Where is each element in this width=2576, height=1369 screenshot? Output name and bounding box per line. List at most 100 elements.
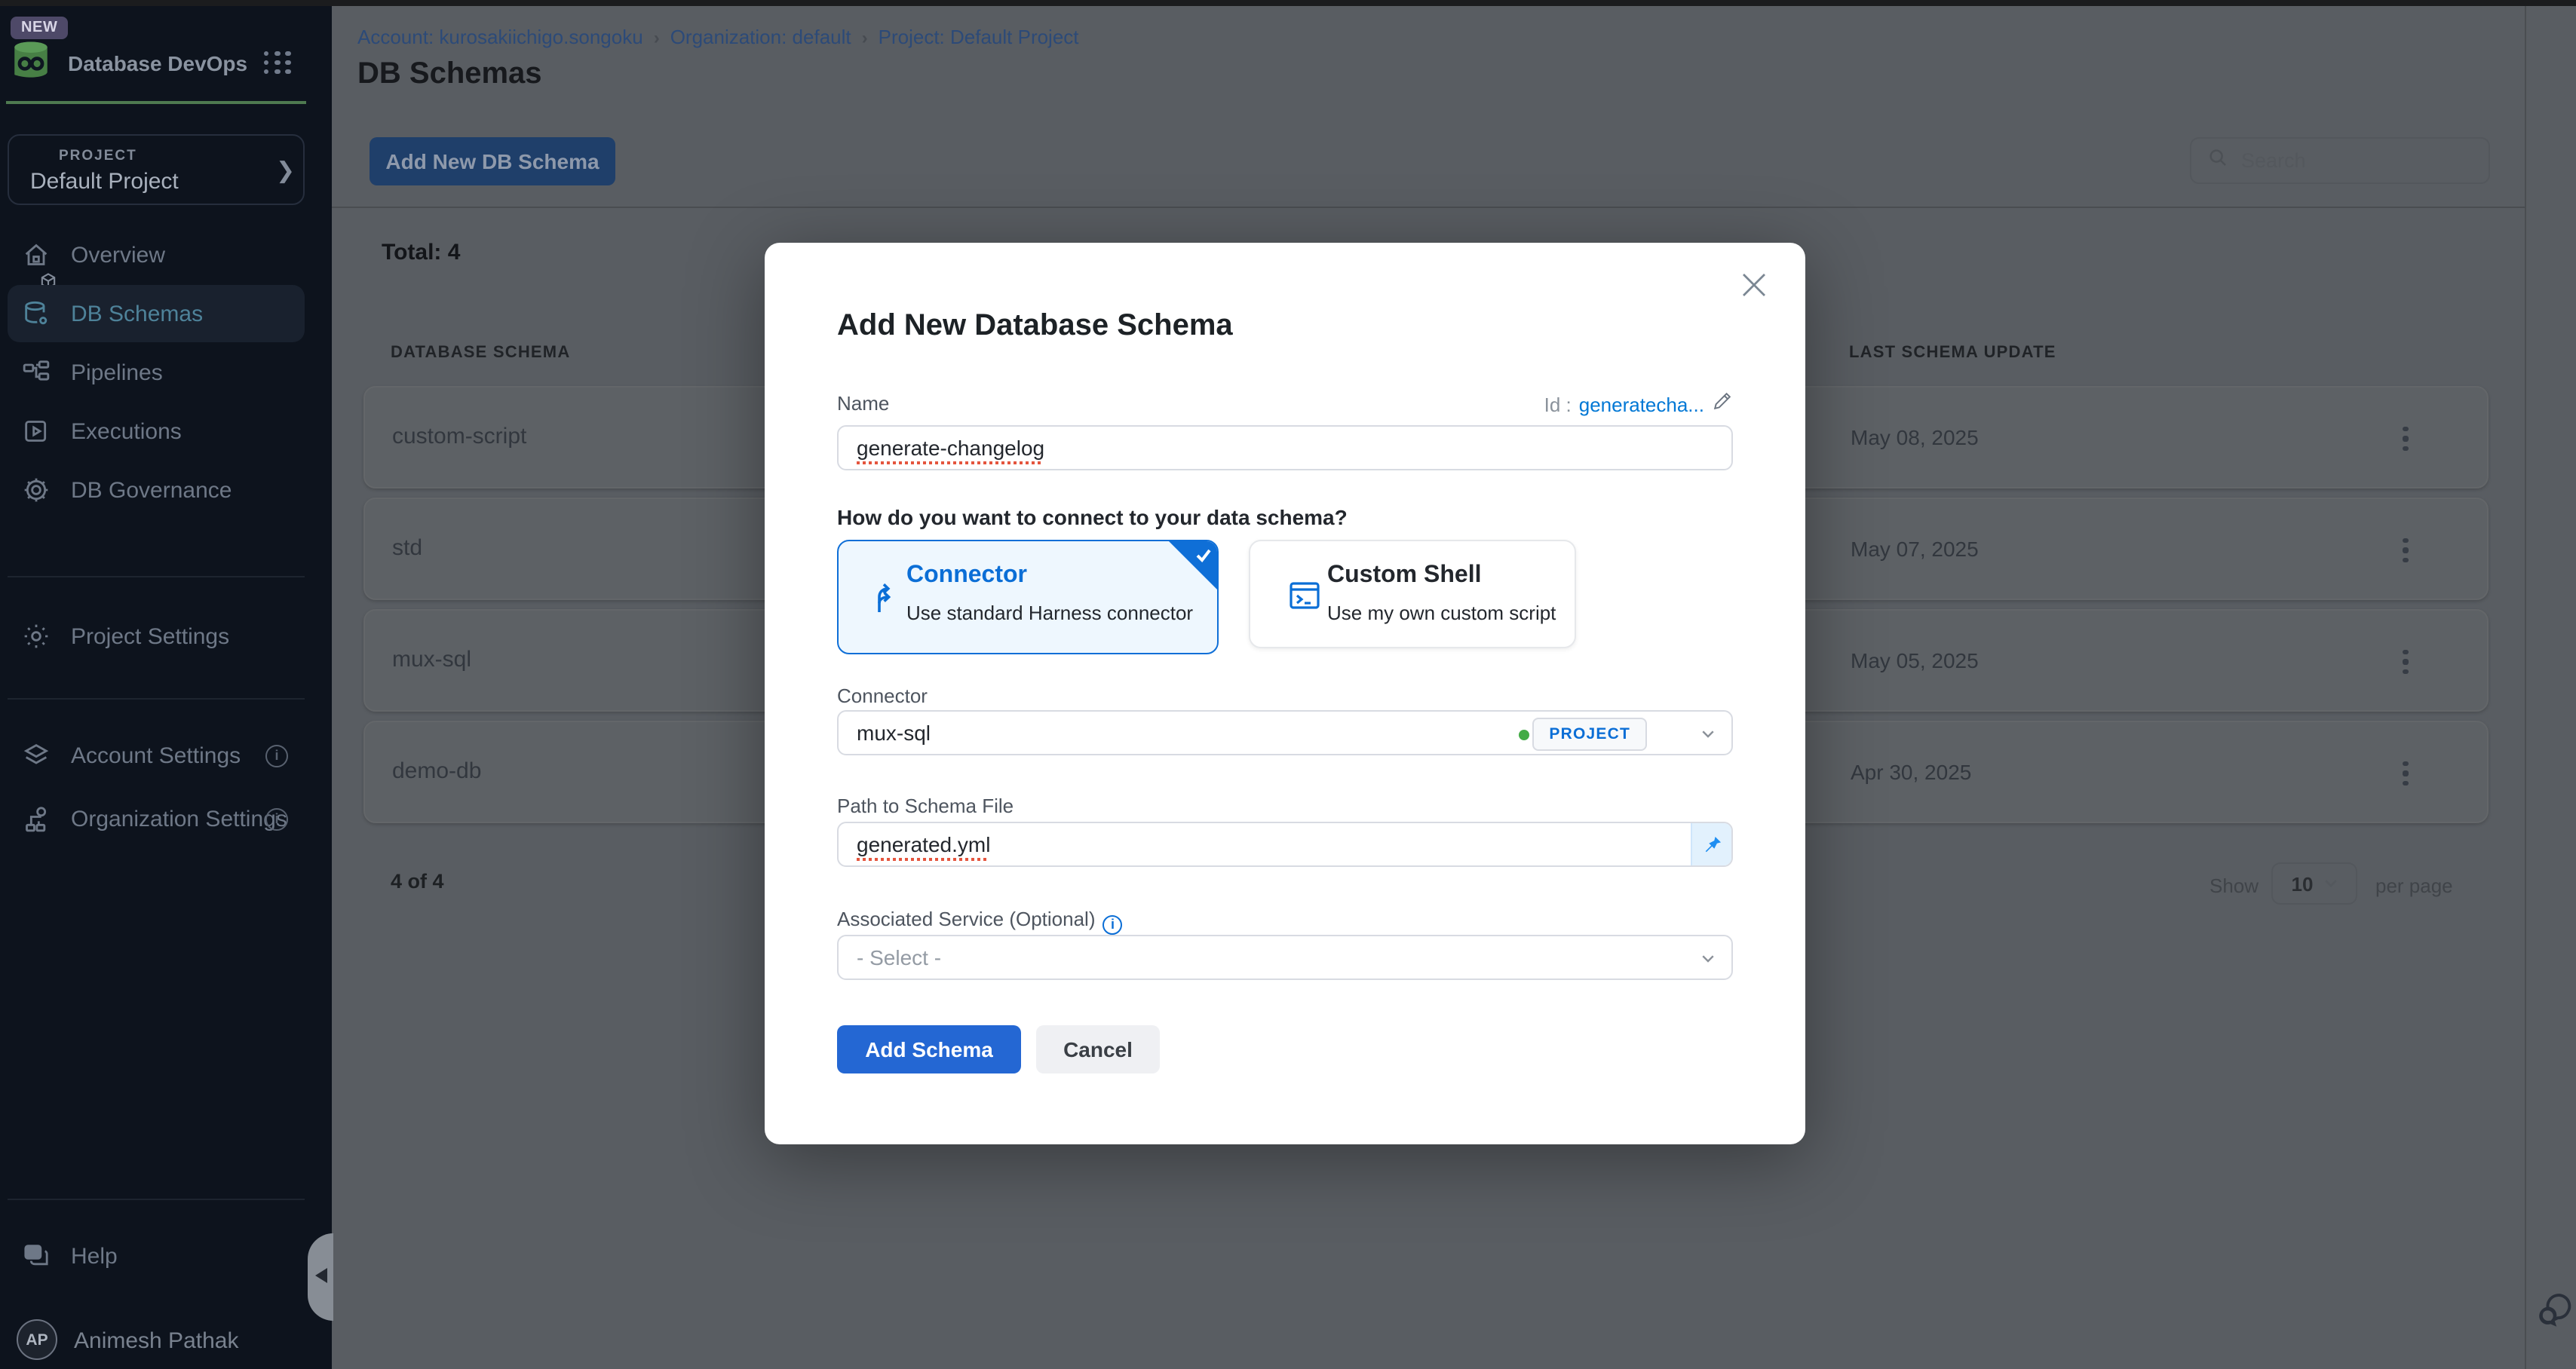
sidebar-item-label: Executions [71,418,182,444]
pin-button[interactable] [1691,823,1731,865]
gear-icon [21,621,51,651]
path-input[interactable]: generated.yml [837,822,1733,867]
service-label: Associated Service (Optional)i [837,908,1123,935]
right-panel-divider [2525,6,2526,1369]
row-menu-kebab-icon[interactable] [2392,755,2419,792]
column-header-last-schema-update: LAST SCHEMA UPDATE [1849,344,2056,362]
project-name: Default Project [30,169,179,194]
terminal-icon [1286,577,1323,614]
header-divider [332,207,2525,208]
option-title: Custom Shell [1327,562,1481,590]
org-structure-icon [21,804,51,834]
page-size-select[interactable]: 10 [2271,862,2357,905]
breadcrumb-account-link[interactable]: Account: kurosakiichigo.songoku [357,26,643,48]
project-scope-label: PROJECT [59,148,137,164]
schema-id-link[interactable]: generatecha... [1579,394,1704,416]
sidebar-item-label: DB Schemas [71,301,203,326]
schema-id-row: Id : generatecha... [1544,390,1733,419]
sidebar-item-db-schemas[interactable]: DB Schemas [8,285,305,342]
layers-icon [21,740,51,770]
connector-branch-icon [870,580,906,617]
row-menu-kebab-icon[interactable] [2392,644,2419,680]
info-icon[interactable]: i [1103,915,1123,935]
pagination-per-page-label: per page [2375,874,2453,897]
connector-value: mux-sql [857,721,931,745]
option-title: Connector [906,562,1027,590]
info-icon[interactable]: i [265,744,288,767]
cancel-button[interactable]: Cancel [1036,1025,1160,1073]
search-icon [2206,145,2229,176]
sidebar-divider [8,576,305,577]
sidebar-divider [8,698,305,700]
option-card-connector[interactable]: Connector Use standard Harness connector [837,540,1219,654]
connect-question: How do you want to connect to your data … [837,505,1348,529]
sidebar-item-db-governance[interactable]: DB Governance [8,461,305,519]
schema-updated: May 05, 2025 [1851,648,1979,672]
schema-updated: Apr 30, 2025 [1851,760,1971,784]
user-avatar[interactable]: AP [17,1319,57,1360]
sidebar-item-executions[interactable]: Executions [8,403,305,460]
new-badge: NEW [11,17,68,39]
search-placeholder: Search [2241,149,2306,172]
page-title: DB Schemas [357,57,542,92]
schema-name: custom-script [392,424,526,449]
schema-name: demo-db [392,758,481,784]
database-devops-logo-icon [8,38,54,81]
add-new-db-schema-button[interactable]: Add New DB Schema [370,137,615,185]
row-menu-kebab-icon[interactable] [2392,532,2419,568]
support-chat-icon[interactable] [2535,1289,2576,1330]
sidebar-item-account-settings[interactable]: Account Settings i [8,727,305,784]
connector-select[interactable]: mux-sql PROJECT [837,710,1733,755]
schema-updated: May 07, 2025 [1851,537,1979,561]
breadcrumb-org-link[interactable]: Organization: default [670,26,851,48]
app-root: NEW Database DevOps PROJECT Default Proj… [0,0,2576,1369]
app-switcher-grid-icon[interactable] [264,51,293,74]
service-placeholder: - Select - [857,945,941,969]
connector-status-dot [1519,730,1529,740]
chevron-down-icon [1701,954,1715,963]
user-name: Animesh Pathak [74,1328,238,1354]
search-input[interactable]: Search [2190,137,2490,184]
info-icon[interactable]: i [265,807,288,830]
breadcrumb-project-link[interactable]: Project: Default Project [879,26,1079,48]
product-title: Database DevOps [68,51,247,75]
add-schema-button[interactable]: Add Schema [837,1025,1021,1073]
chevron-right-icon: ❯ [276,157,295,184]
home-icon [21,240,51,270]
schema-name: mux-sql [392,647,471,672]
sidebar: NEW Database DevOps PROJECT Default Proj… [0,6,332,1369]
svg-text:?: ? [30,1247,37,1259]
breadcrumb-separator: › [862,26,868,47]
name-input[interactable]: generate-changelog [837,425,1733,470]
project-selector[interactable]: PROJECT Default Project ❯ [8,134,305,205]
sidebar-item-label: Account Settings [71,743,241,768]
pin-icon [1702,835,1722,854]
option-subtitle: Use my own custom script [1327,602,1556,624]
service-select[interactable]: - Select - [837,935,1733,980]
row-menu-kebab-icon[interactable] [2392,421,2419,457]
sidebar-item-help[interactable]: ? Help [8,1227,305,1285]
sidebar-item-pipelines[interactable]: Pipelines [8,344,305,401]
option-card-custom-shell[interactable]: Custom Shell Use my own custom script [1249,540,1576,648]
sidebar-item-organization-settings[interactable]: Organization Settings i [8,790,305,847]
option-subtitle: Use standard Harness connector [906,602,1193,624]
sidebar-divider [8,1199,305,1200]
db-schema-icon [21,299,51,329]
sidebar-item-overview[interactable]: Overview [8,226,305,283]
close-icon[interactable] [1739,270,1769,300]
check-icon [1194,546,1213,564]
sidebar-item-label: Organization Settings [71,806,287,832]
sidebar-item-label: Overview [71,242,165,268]
governance-gear-icon [21,475,51,505]
breadcrumb-separator: › [654,26,660,47]
pagination-range: 4 of 4 [391,870,444,893]
path-input-value: generated.yml [857,832,990,856]
sidebar-item-label: Project Settings [71,623,229,649]
sidebar-item-project-settings[interactable]: Project Settings [8,608,305,665]
sidebar-item-label: Pipelines [71,360,163,385]
id-prefix: Id : [1544,394,1572,416]
sidebar-item-label: Help [71,1243,118,1269]
edit-pencil-icon[interactable] [1712,390,1733,419]
total-count: Total: 4 [382,240,460,265]
sidebar-item-label: DB Governance [71,477,232,503]
